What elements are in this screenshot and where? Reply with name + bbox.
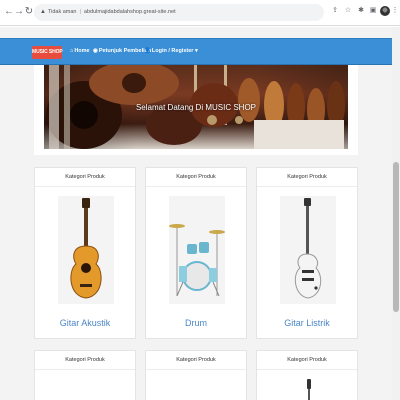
lock-icon[interactable]: ▲: [40, 9, 46, 15]
puzzle-icon[interactable]: ▣: [368, 6, 378, 16]
browser-toolbar: ← → ↻ ▲ Tidak aman | abdulmajidabdalahshop.…: [0, 0, 400, 26]
card-title-link[interactable]: Gitar Listrik: [257, 318, 357, 328]
pin-icon: ◉: [93, 48, 98, 54]
banner-title: Selamat Datang Di MUSIC SHOP: [135, 103, 257, 112]
card-header: Kategori Produk: [257, 168, 357, 187]
extension-icon[interactable]: ✱: [356, 6, 366, 16]
card-title-link[interactable]: Drum: [146, 318, 246, 328]
profile-avatar[interactable]: [380, 6, 390, 16]
address-bar[interactable]: ▲ Tidak aman | abdulmajidabdalahshop.great-…: [34, 4, 324, 21]
category-card-drum[interactable]: Kategori Produk Drum: [145, 167, 247, 339]
nav-home[interactable]: ⌂Home: [70, 48, 90, 54]
brand-label: MUSIC SHOP: [32, 49, 63, 55]
url-text: abdulmajidabdalahshop.great-site.net: [83, 9, 176, 15]
card-header: Kategori Produk: [146, 168, 246, 187]
home-icon: ⌂: [70, 48, 74, 54]
star-icon[interactable]: ☆: [343, 6, 353, 16]
banner-frame: Selamat Datang Di MUSIC SHOP: [34, 65, 358, 155]
card-header: Kategori Produk: [146, 351, 246, 370]
scrollbar-thumb[interactable]: [393, 162, 399, 312]
acoustic-guitar-image[interactable]: [58, 196, 114, 304]
page-scrollbar[interactable]: [392, 27, 400, 400]
drum-kit-image[interactable]: [169, 196, 225, 304]
category-card-gitar-listrik[interactable]: Kategori Produk Gitar Listrik: [256, 167, 358, 339]
menu-icon[interactable]: ⋮: [391, 6, 399, 16]
category-card[interactable]: Kategori Produk: [145, 350, 247, 400]
card-header: Kategori Produk: [257, 351, 357, 370]
caret-down-icon: ▾: [193, 48, 198, 54]
site-navbar: MUSIC SHOP ⌂Home ◉Petunjuk Pembelian 👤Lo…: [0, 38, 392, 65]
category-card[interactable]: Kategori Produk: [34, 350, 136, 400]
nav-petunjuk-pembelian[interactable]: ◉Petunjuk Pembelian: [93, 48, 151, 54]
banner-carousel[interactable]: Selamat Datang Di MUSIC SHOP: [44, 65, 348, 149]
user-icon: 👤: [144, 48, 151, 54]
nav-login-label: Login / Register: [151, 48, 194, 54]
electric-guitar-image[interactable]: [280, 196, 336, 304]
guitar-headstock-image: [307, 379, 311, 400]
card-title-link[interactable]: Gitar Akustik: [35, 318, 135, 328]
category-card-gitar-akustik[interactable]: Kategori Produk Gitar Akustik: [34, 167, 136, 339]
page-content: MUSIC SHOP ⌂Home ◉Petunjuk Pembelian 👤Lo…: [0, 27, 392, 400]
address-separator: |: [79, 9, 81, 15]
brand-logo[interactable]: MUSIC SHOP: [32, 46, 63, 59]
category-card[interactable]: Kategori Produk: [256, 350, 358, 400]
nav-home-label: Home: [74, 48, 90, 54]
share-icon[interactable]: ⇪: [330, 6, 340, 16]
security-label: Tidak aman: [47, 9, 77, 15]
card-header: Kategori Produk: [35, 351, 135, 370]
nav-login-register[interactable]: 👤Login / Register ▾: [144, 48, 198, 54]
card-header: Kategori Produk: [35, 168, 135, 187]
